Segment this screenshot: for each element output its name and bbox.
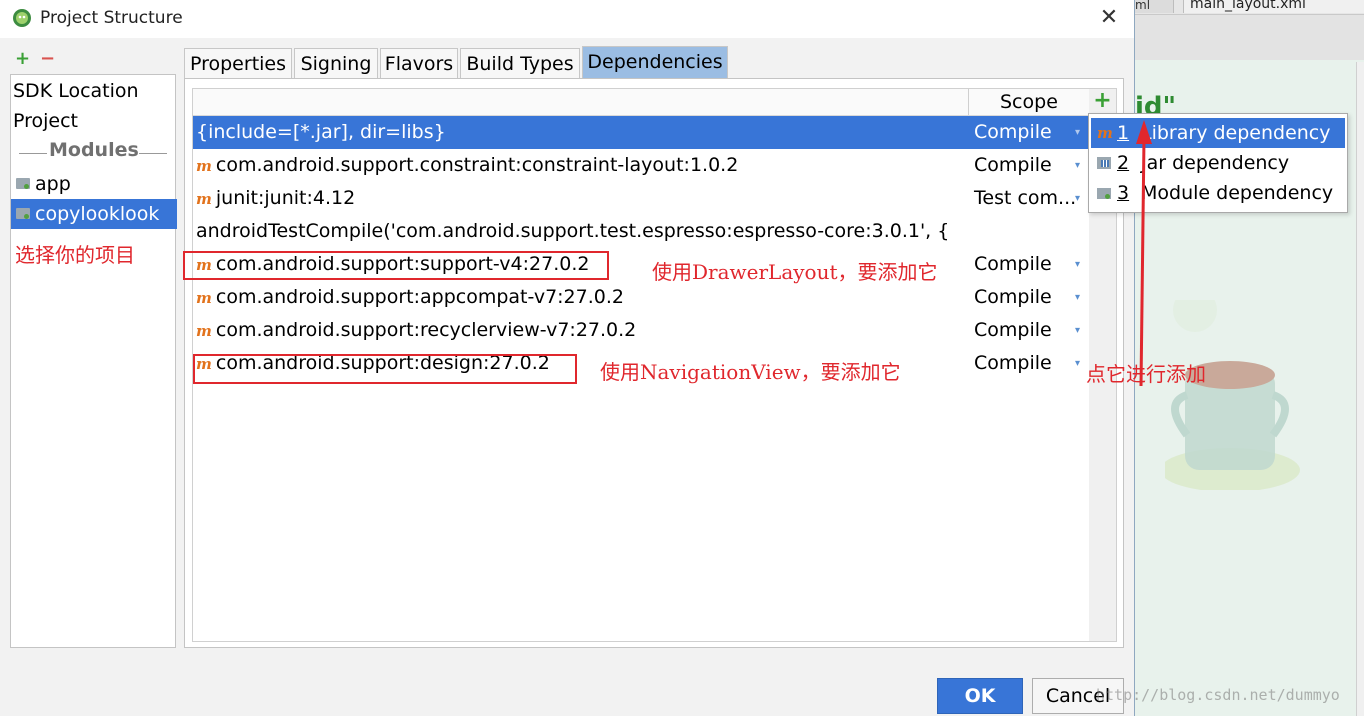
dependency-name: m com.android.support.constraint:constrai… — [196, 149, 738, 183]
divider — [19, 153, 47, 154]
menu-item-label: Jar dependency — [1141, 152, 1290, 174]
chevron-down-icon[interactable]: ▾ — [1075, 281, 1080, 314]
sidebar-module-copylooklook[interactable]: copylooklook — [11, 199, 177, 229]
dependency-scope[interactable]: Compile — [974, 281, 1052, 314]
modules-header: Modules — [11, 139, 175, 165]
table-row[interactable]: m com.android.support:recyclerview-v7:27.… — [193, 314, 1090, 347]
chevron-down-icon[interactable]: ▾ — [1075, 314, 1080, 347]
table-row[interactable]: m com.android.support.constraint:constrai… — [193, 149, 1090, 182]
divider — [139, 153, 167, 154]
table-row[interactable]: androidTestCompile('com.android.support.… — [193, 215, 1090, 248]
dependency-name-text: com.android.support.constraint:constrain… — [215, 154, 739, 176]
jar-icon — [1097, 148, 1113, 178]
add-module-icon[interactable]: + — [15, 50, 30, 68]
annotation-drawer-note: 使用DrawerLayout，要添加它 — [652, 260, 938, 284]
column-divider[interactable] — [968, 89, 969, 115]
annotation-box-support-v4 — [183, 251, 609, 280]
table-row[interactable]: {include=[*.jar], dir=libs} Compile ▾ — [193, 116, 1090, 149]
decorative-cup-illustration — [1165, 300, 1300, 490]
maven-library-icon: m — [196, 322, 212, 340]
dependency-name: m junit:junit:4.12 — [196, 182, 355, 216]
dependency-scope[interactable]: Compile — [974, 347, 1052, 380]
maven-library-icon: m — [196, 190, 212, 208]
dependency-name: androidTestCompile('com.android.support.… — [196, 220, 950, 242]
watermark: http://blog.csdn.net/dummyo — [1096, 686, 1340, 704]
tab-build-types[interactable]: Build Types — [460, 48, 580, 78]
scope-column-header[interactable]: Scope — [1000, 91, 1058, 113]
background-tab[interactable]: ml — [1135, 0, 1174, 13]
module-icon — [16, 178, 30, 189]
dependency-name-text: junit:junit:4.12 — [215, 187, 356, 209]
menu-item-label: Library dependency — [1141, 122, 1331, 144]
chevron-down-icon[interactable]: ▾ — [1075, 182, 1080, 215]
dependency-scope[interactable]: Test com... — [974, 182, 1076, 215]
background-toolbar — [1135, 15, 1364, 60]
maven-library-icon: m — [196, 157, 212, 175]
background-tab-main-layout[interactable]: main_layout.xml — [1183, 0, 1364, 13]
modules-header-label: Modules — [49, 139, 139, 161]
maven-library-icon: m — [1097, 124, 1113, 142]
module-icon — [1097, 178, 1113, 208]
maven-library-icon: m — [196, 289, 212, 307]
add-dependency-icon[interactable]: + — [1089, 89, 1116, 115]
chevron-down-icon[interactable]: ▾ — [1075, 149, 1080, 182]
table-row[interactable]: m junit:junit:4.12 Test com... ▾ — [193, 182, 1090, 215]
annotation-navigation-note: 使用NavigationView，要添加它 — [600, 360, 901, 384]
sidebar: SDK Location Project Modules app copyloo… — [10, 74, 177, 648]
module-label: copylooklook — [35, 203, 160, 225]
sidebar-item-project[interactable]: Project — [11, 106, 177, 136]
chevron-down-icon[interactable]: ▾ — [1075, 248, 1080, 281]
dependency-scope[interactable]: Compile — [974, 149, 1052, 182]
background-scrollbar[interactable] — [1356, 62, 1364, 716]
background-editor-tabs: ml main_layout.xml — [1135, 0, 1364, 15]
close-icon[interactable]: ✕ — [1097, 6, 1121, 30]
annotation-box-design — [193, 354, 577, 384]
annotation-select-project: 选择你的项目 — [15, 243, 135, 267]
sidebar-item-sdk-location[interactable]: SDK Location — [11, 76, 177, 106]
chevron-down-icon[interactable]: ▾ — [1075, 116, 1080, 149]
table-row[interactable]: m com.android.support:appcompat-v7:27.0.2… — [193, 281, 1090, 314]
ok-button[interactable]: OK — [937, 678, 1023, 714]
annotation-arrow-icon — [1136, 120, 1152, 387]
tab-signing[interactable]: Signing — [294, 48, 378, 78]
remove-module-icon[interactable]: − — [40, 50, 55, 68]
add-dependency-menu: m 1 Library dependency 2 Jar dependency … — [1088, 113, 1348, 213]
dependency-scope[interactable]: Compile — [974, 248, 1052, 281]
sidebar-module-app[interactable]: app — [11, 169, 177, 199]
tab-dependencies[interactable]: Dependencies — [582, 46, 728, 78]
dependency-name-text: com.android.support:recyclerview-v7:27.0… — [215, 319, 637, 341]
tab-properties[interactable]: Properties — [184, 48, 292, 78]
window-title: Project Structure — [40, 8, 183, 28]
menu-item-label: Module dependency — [1141, 182, 1334, 204]
android-studio-icon — [13, 9, 31, 27]
dependency-name-text: com.android.support:appcompat-v7:27.0.2 — [215, 286, 624, 308]
table-header: Scope — [193, 89, 1090, 116]
title-bar: Project Structure ✕ — [0, 0, 1134, 38]
dependency-name: m com.android.support:appcompat-v7:27.0.2 — [196, 281, 624, 315]
dependency-name: m com.android.support:recyclerview-v7:27.… — [196, 314, 636, 348]
dependency-scope[interactable]: Compile — [974, 314, 1052, 347]
module-label: app — [35, 173, 71, 195]
module-icon — [16, 208, 30, 219]
dependency-name: {include=[*.jar], dir=libs} — [196, 121, 446, 143]
chevron-down-icon[interactable]: ▾ — [1075, 347, 1080, 380]
dependency-scope[interactable]: Compile — [974, 116, 1052, 149]
tab-flavors[interactable]: Flavors — [380, 48, 458, 78]
